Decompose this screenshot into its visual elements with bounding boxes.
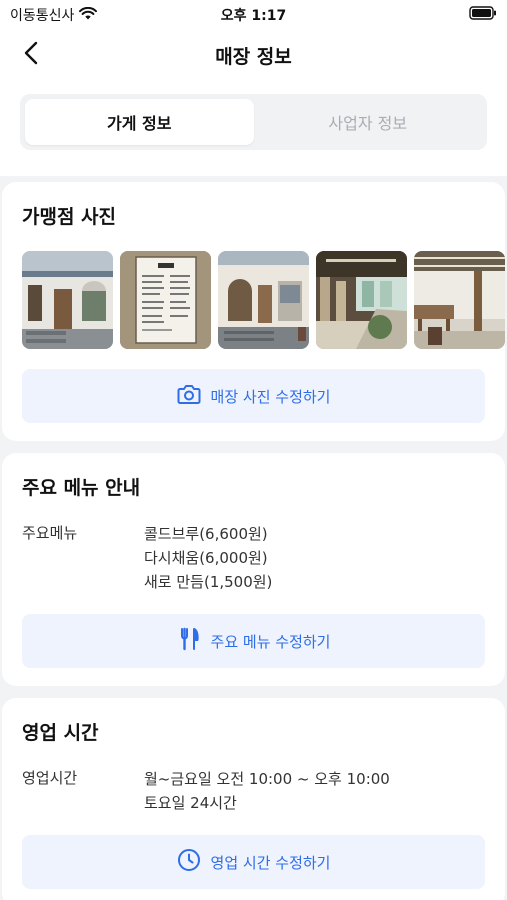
menu-item: 다시채움(6,000원) [144,549,268,567]
camera-icon [177,383,201,409]
hours-item: 월~금요일 오전 10:00 ~ 오후 10:00 [144,770,390,788]
status-time: 오후 1:17 [220,8,287,24]
photos-section-title: 가맹점 사진 [22,206,117,228]
menu-values: 콜드브루(6,600원) 다시채움(6,000원) 새로 만듬(1,500원) [144,522,272,594]
menu-label: 주요메뉴 [22,524,78,542]
store-photo-5[interactable] [414,251,505,349]
photos-card: 가맹점 사진 매장 사진 수정하기 [2,182,505,441]
store-photo-4[interactable] [316,251,407,349]
hours-label: 영업시간 [22,769,78,787]
edit-menu-button[interactable]: 주요 메뉴 수정하기 [22,614,485,668]
segmented-tabs: 가게 정보 사업자 정보 [20,94,487,150]
status-bar: 이동통신사 오후 1:17 [0,0,507,28]
menu-item: 콜드브루(6,600원) [144,525,268,543]
hours-section-title: 영업 시간 [22,722,99,744]
tab-store-info[interactable]: 가게 정보 [25,99,254,145]
fork-knife-icon [177,627,201,655]
hours-card: 영업 시간 영업시간 월~금요일 오전 10:00 ~ 오후 10:00 토요일… [2,698,505,900]
navigation-bar: 매장 정보 [0,28,507,82]
edit-menu-label: 주요 메뉴 수정하기 [210,632,331,651]
edit-hours-label: 영업 시간 수정하기 [210,853,331,872]
edit-hours-button[interactable]: 영업 시간 수정하기 [22,835,485,889]
menu-info-row: 주요메뉴 콜드브루(6,600원) 다시채움(6,000원) 새로 만듬(1,5… [22,522,485,594]
battery-icon [469,6,497,24]
page-title: 매장 정보 [215,46,292,68]
store-photo-3[interactable] [218,251,309,349]
hours-values: 월~금요일 오전 10:00 ~ 오후 10:00 토요일 24시간 [144,767,390,815]
hours-item: 토요일 24시간 [144,794,237,812]
menu-section-title: 주요 메뉴 안내 [22,477,141,499]
clock-icon [177,848,201,876]
store-photo-1[interactable] [22,251,113,349]
edit-photos-label: 매장 사진 수정하기 [210,387,331,406]
menu-card: 주요 메뉴 안내 주요메뉴 콜드브루(6,600원) 다시채움(6,000원) … [2,453,505,686]
edit-photos-button[interactable]: 매장 사진 수정하기 [22,369,485,423]
menu-item: 새로 만듬(1,500원) [144,573,273,591]
tab-business-info[interactable]: 사업자 정보 [254,99,483,145]
store-photo-2[interactable] [120,251,211,349]
photo-strip[interactable] [22,251,505,349]
hours-info-row: 영업시간 월~금요일 오전 10:00 ~ 오후 10:00 토요일 24시간 [22,767,485,815]
tabs-wrapper: 가게 정보 사업자 정보 [0,82,507,176]
top-area: 이동통신사 오후 1:17 매장 정보 가게 정보 사업자 정보 [0,0,507,176]
